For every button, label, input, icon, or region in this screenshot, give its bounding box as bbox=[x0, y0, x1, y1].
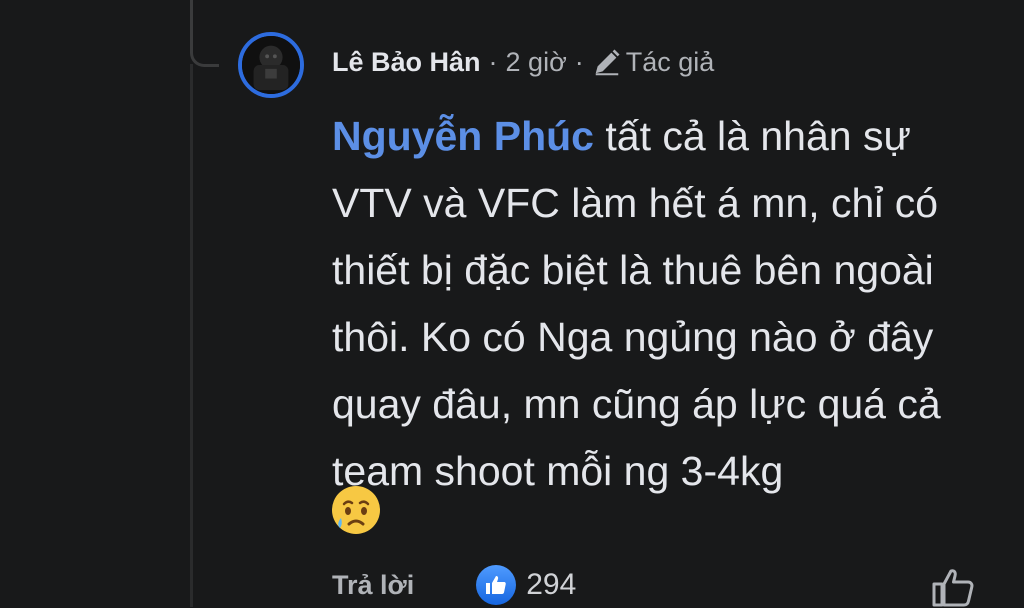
thread-connector-line bbox=[190, 0, 219, 67]
author-badge-label: Tác giả bbox=[625, 46, 715, 77]
reply-button[interactable]: Trả lời bbox=[332, 570, 414, 601]
thread-vertical-line bbox=[190, 64, 193, 607]
sad-tear-face-icon bbox=[332, 486, 380, 534]
separator-dot: · bbox=[574, 46, 584, 77]
reaction-count: 294 bbox=[526, 568, 577, 601]
author-badge: Tác giả bbox=[592, 46, 715, 78]
mention-link[interactable]: Nguyễn Phúc bbox=[332, 113, 594, 159]
author-name[interactable]: Lê Bảo Hân bbox=[332, 47, 481, 78]
comment-body: Nguyễn Phúc tất cả là nhân sự VTV và VFC… bbox=[332, 103, 1002, 505]
avatar[interactable] bbox=[238, 32, 304, 98]
avatar-image bbox=[242, 36, 300, 94]
reaction-summary[interactable]: 294 bbox=[476, 565, 576, 605]
pencil-icon bbox=[595, 49, 620, 76]
thumbs-up-outline-icon[interactable] bbox=[930, 566, 976, 607]
timestamp[interactable]: 2 giờ bbox=[506, 47, 567, 78]
comment-header: Lê Bảo Hân · 2 giờ · Tác giả bbox=[332, 41, 714, 83]
thumbs-up-icon bbox=[476, 565, 517, 605]
comment-text: tất cả là nhân sự VTV và VFC làm hết á m… bbox=[332, 113, 941, 494]
separator-dot: · bbox=[488, 46, 498, 77]
comment-actions: Trả lời 294 bbox=[332, 562, 576, 608]
